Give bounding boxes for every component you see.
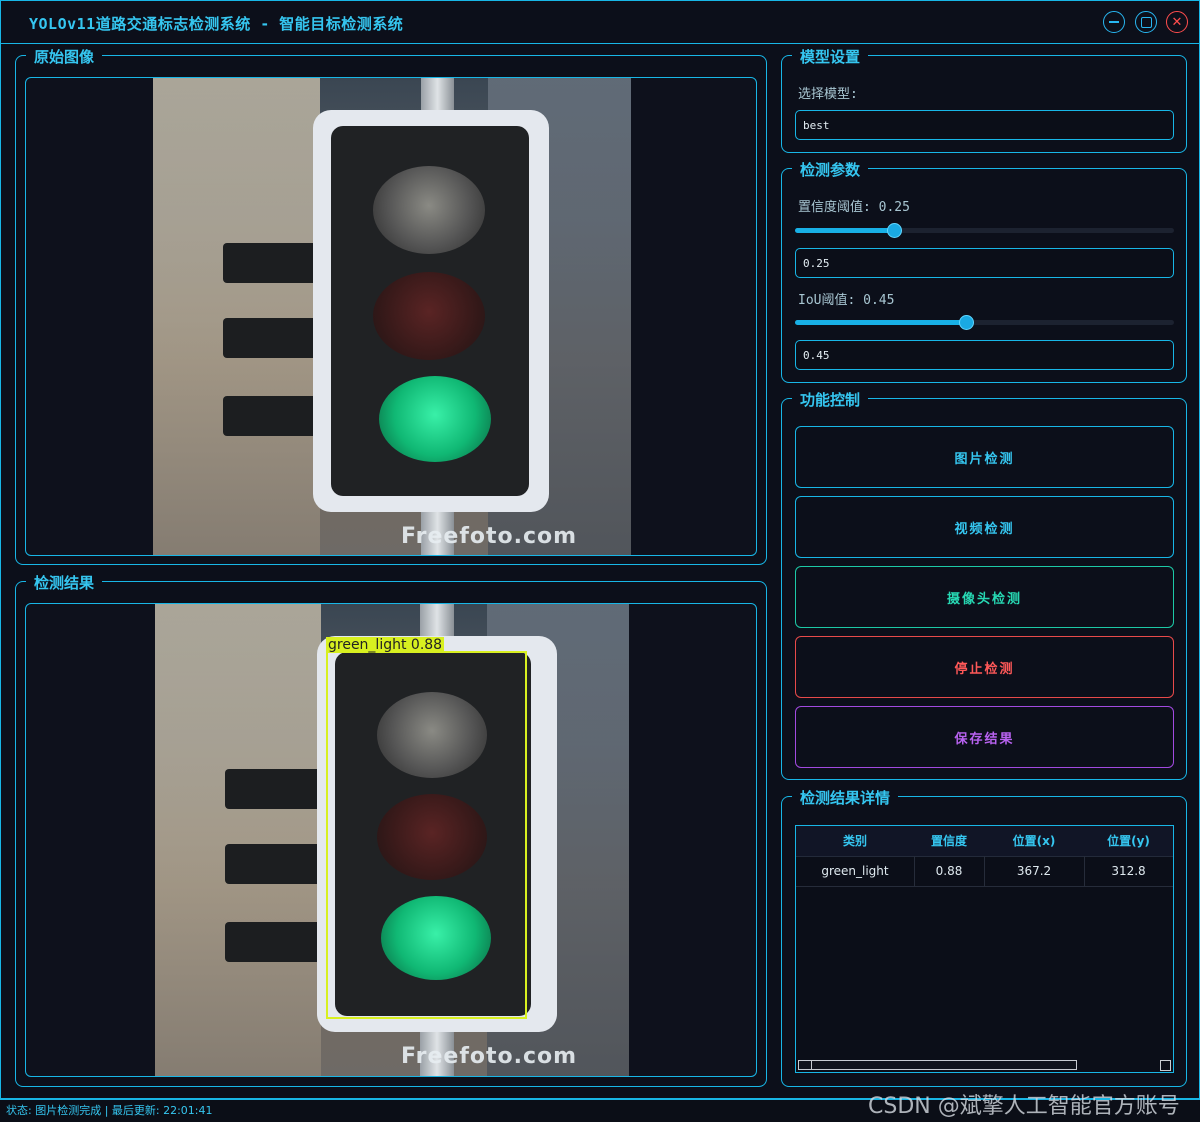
image-watermark: Freefoto.com [401,1044,578,1069]
cell-y: 312.8 [1111,864,1146,878]
result-details-title: 检测结果详情 [792,787,899,808]
app-window: YOLOv11道路交通标志检测系统 - 智能目标检测系统 ✕ 原始图像 Free… [0,0,1200,1100]
confidence-slider-fill [795,228,894,233]
csdn-watermark: CSDN @斌擎人工智能官方账号 [868,1094,1180,1119]
column-header-x[interactable]: 位置(x) [984,826,1084,856]
model-select[interactable]: best [795,110,1174,140]
original-image: Freefoto.com [153,78,631,555]
video-detect-button[interactable]: 视频检测 [795,496,1174,558]
cell-class: green_light [821,864,889,878]
close-button[interactable]: ✕ [1166,11,1188,33]
iou-slider-handle[interactable] [959,315,974,330]
table-row[interactable]: green_light 0.88 367.2 312.8 [796,856,1173,887]
original-image-title: 原始图像 [26,46,103,67]
detection-bbox-label: green_light 0.88 [326,637,445,653]
cell-x: 367.2 [1016,864,1052,878]
horizontal-scrollbar[interactable] [798,1060,1077,1070]
function-control-title: 功能控制 [792,389,869,410]
title-bar[interactable]: YOLOv11道路交通标志检测系统 - 智能目标检测系统 ✕ [1,1,1199,44]
confidence-slider-handle[interactable] [887,223,902,238]
cell-confidence: 0.88 [935,864,963,878]
detect-params-title: 检测参数 [792,159,869,180]
stop-detect-button[interactable]: 停止检测 [795,636,1174,698]
result-image-title: 检测结果 [26,572,103,593]
result-image-frame: green_light 0.88 Freefoto.com [25,603,757,1077]
minimize-icon [1109,21,1119,23]
detection-bbox [326,651,527,1019]
close-icon: ✕ [1171,14,1183,30]
camera-detect-button[interactable]: 摄像头检测 [795,566,1174,628]
window-title: YOLOv11道路交通标志检测系统 - 智能目标检测系统 [29,15,404,33]
model-settings-title: 模型设置 [792,46,869,67]
image-watermark: Freefoto.com [401,524,578,549]
column-header-y[interactable]: 位置(y) [1084,826,1173,856]
confidence-input[interactable]: 0.25 [795,248,1174,278]
column-header-confidence[interactable]: 置信度 [914,826,984,856]
iou-slider-fill [795,320,966,325]
maximize-icon [1140,16,1152,28]
column-header-class[interactable]: 类别 [796,826,914,856]
confidence-slider[interactable] [795,223,1174,238]
scroll-corner [1160,1060,1171,1071]
original-image-frame: Freefoto.com [25,77,757,556]
result-table-header: 类别 置信度 位置(x) 位置(y) [796,826,1173,857]
iou-slider[interactable] [795,315,1174,330]
scrollbar-thumb[interactable] [799,1061,812,1069]
confidence-label: 置信度阈值: 0.25 [798,200,910,215]
maximize-button[interactable] [1135,11,1157,33]
image-detect-button[interactable]: 图片检测 [795,426,1174,488]
iou-input[interactable]: 0.45 [795,340,1174,370]
result-image: green_light 0.88 Freefoto.com [155,604,629,1076]
iou-label: IoU阈值: 0.45 [798,293,895,308]
minimize-button[interactable] [1103,11,1125,33]
select-model-label: 选择模型: [798,87,858,102]
save-result-button[interactable]: 保存结果 [795,706,1174,768]
result-table[interactable]: 类别 置信度 位置(x) 位置(y) green_light 0.88 367.… [795,825,1174,1073]
